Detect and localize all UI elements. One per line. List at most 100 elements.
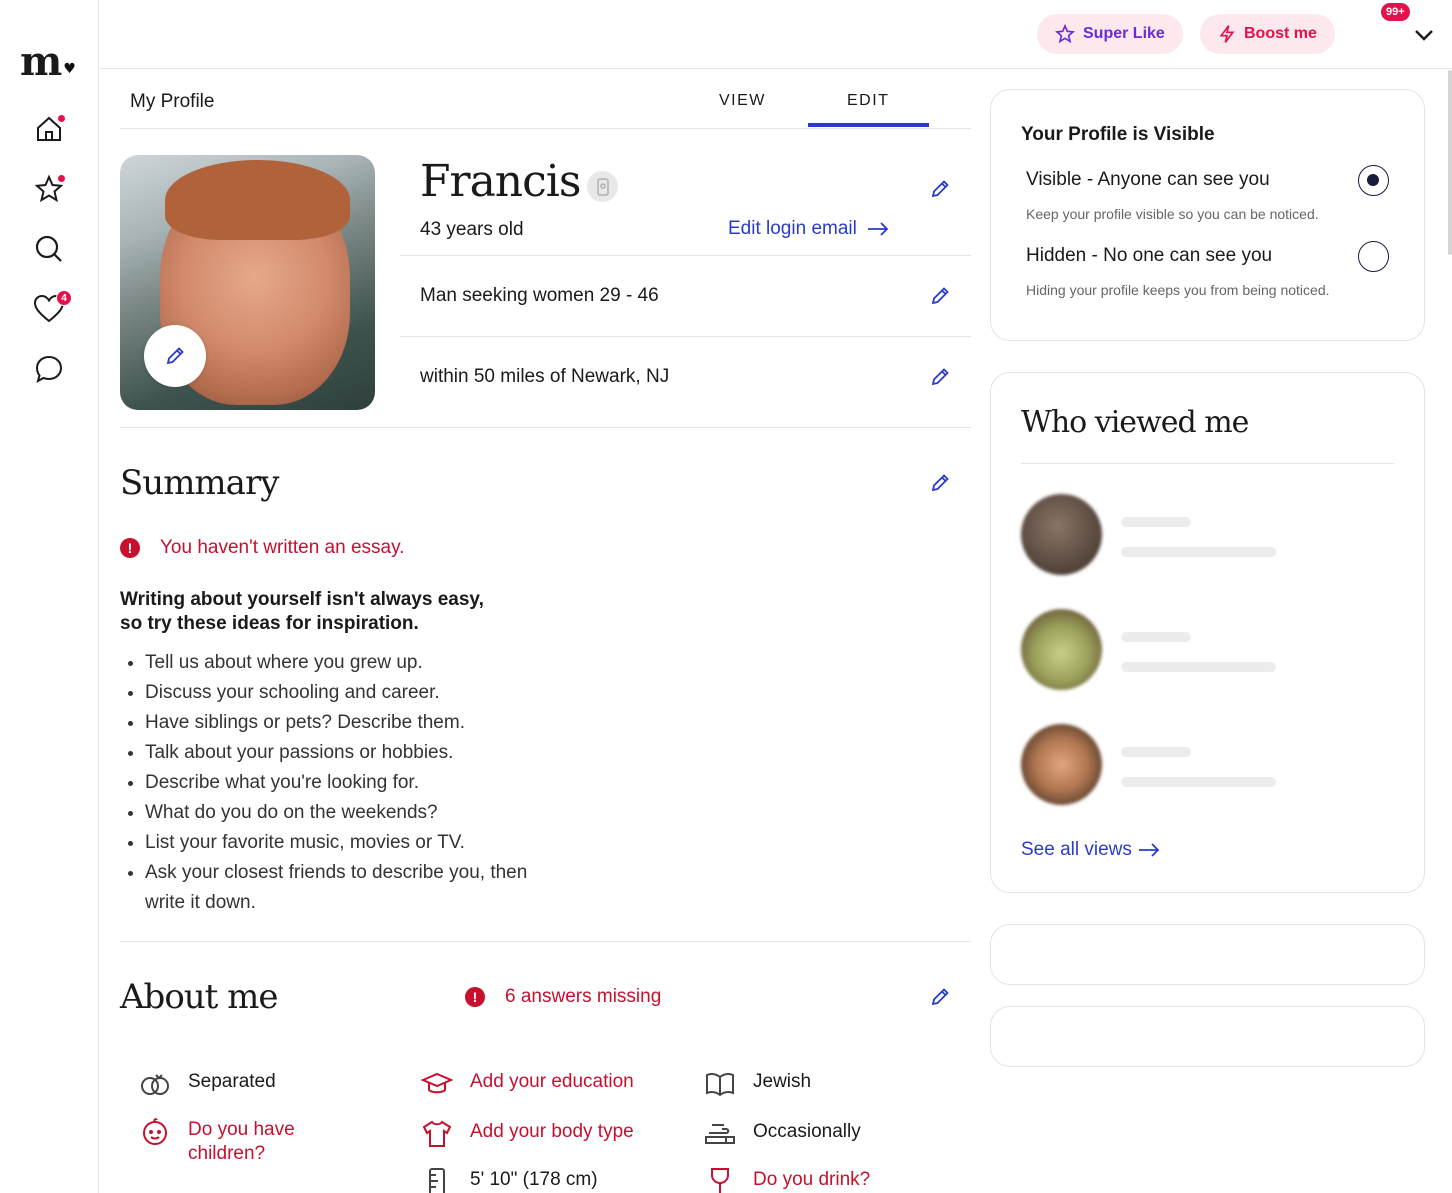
visible-radio[interactable]	[1358, 165, 1389, 196]
viewer-name-placeholder	[1121, 517, 1191, 527]
viewer-name-placeholder	[1121, 747, 1191, 757]
essay-missing-text: You haven't written an essay.	[160, 537, 405, 558]
likes-nav-button[interactable]: 4	[32, 290, 72, 326]
about-religion[interactable]: Jewish	[703, 1070, 811, 1098]
seeking-preference: Man seeking women 29 - 46	[420, 285, 659, 306]
notifications-badge: 99+	[1381, 3, 1410, 21]
messages-nav-button[interactable]	[32, 352, 66, 386]
inspiration-line-2: so try these ideas for inspiration.	[120, 613, 419, 634]
list-item: Have siblings or pets? Describe them.	[145, 708, 545, 738]
about-education[interactable]: Add your education	[420, 1070, 634, 1098]
about-body-type[interactable]: Add your body type	[420, 1120, 634, 1148]
arrow-right-icon	[1138, 843, 1160, 857]
edit-name-pencil-icon[interactable]	[929, 178, 951, 200]
viewer-name-placeholder	[1121, 632, 1191, 642]
tab-edit[interactable]: EDIT	[847, 92, 889, 110]
viewer-avatar-2[interactable]	[1021, 609, 1102, 690]
list-item: Tell us about where you grew up.	[145, 648, 545, 678]
profile-tabs-row: My Profile VIEW EDIT	[120, 86, 971, 129]
chevron-down-icon[interactable]	[1413, 24, 1435, 46]
list-item: Describe what you're looking for.	[145, 768, 545, 798]
arrow-right-icon	[867, 222, 889, 236]
boost-me-button[interactable]: Boost me	[1200, 14, 1335, 54]
essay-ideas-list: Tell us about where you grew up. Discuss…	[145, 648, 545, 918]
app-logo[interactable]: m ♥	[20, 38, 76, 85]
divider	[400, 255, 971, 256]
edit-seeking-pencil-icon[interactable]	[929, 285, 951, 307]
pencil-icon	[166, 347, 184, 365]
relationship-status-label: Separated	[188, 1071, 276, 1092]
visible-option-label[interactable]: Visible - Anyone can see you	[1026, 169, 1270, 191]
lightning-icon	[1219, 25, 1235, 43]
profile-photo-hair	[165, 160, 350, 240]
body-type-label: Add your body type	[470, 1121, 634, 1142]
inspiration-heading: Writing about yourself isn't always easy…	[120, 588, 540, 636]
graduation-cap-icon	[421, 1072, 453, 1094]
favorites-notification-dot	[57, 174, 66, 183]
wine-glass-icon	[711, 1168, 729, 1193]
search-nav-button[interactable]	[32, 232, 66, 266]
alert-icon: !	[120, 538, 140, 558]
viewer-detail-placeholder	[1121, 662, 1276, 672]
ruler-icon	[429, 1168, 445, 1193]
empty-card-placeholder	[990, 1006, 1425, 1067]
profile-photo[interactable]	[120, 155, 375, 410]
home-nav-button[interactable]	[32, 112, 66, 146]
top-bar: Super Like Boost me 99+	[99, 0, 1452, 69]
smoking-label: Occasionally	[753, 1121, 861, 1142]
hidden-option-label[interactable]: Hidden - No one can see you	[1026, 245, 1272, 267]
about-relationship-status[interactable]: Separated	[138, 1070, 276, 1098]
religion-label: Jewish	[753, 1071, 812, 1092]
page-title: My Profile	[130, 91, 215, 112]
education-label: Add your education	[470, 1071, 634, 1092]
drinking-label: Do you drink?	[753, 1169, 871, 1190]
book-icon	[706, 1072, 734, 1097]
divider	[400, 336, 971, 337]
list-item: Discuss your schooling and career.	[145, 678, 545, 708]
edit-location-pencil-icon[interactable]	[929, 366, 951, 388]
inspiration-line-1: Writing about yourself isn't always easy…	[120, 589, 484, 610]
about-height[interactable]: 5' 10" (178 cm)	[420, 1168, 598, 1193]
location-preference: within 50 miles of Newark, NJ	[420, 366, 670, 387]
hidden-radio[interactable]	[1358, 241, 1389, 272]
list-item: List your favorite music, movies or TV.	[145, 828, 545, 858]
about-me-title: About me	[120, 977, 279, 1017]
edit-summary-pencil-icon[interactable]	[929, 472, 951, 494]
edit-login-email-label: Edit login email	[728, 218, 857, 239]
star-outline-icon	[1055, 24, 1075, 44]
empty-card-placeholder	[990, 924, 1425, 985]
children-label: Do you have children?	[188, 1119, 295, 1164]
favorites-nav-button[interactable]	[32, 172, 66, 206]
super-like-button[interactable]: Super Like	[1037, 14, 1183, 54]
super-like-label: Super Like	[1083, 25, 1165, 42]
viewer-detail-placeholder	[1121, 547, 1276, 557]
page-scrollbar[interactable]	[1448, 70, 1452, 255]
about-smoking[interactable]: Occasionally	[703, 1120, 861, 1148]
edit-photo-button[interactable]	[144, 325, 206, 387]
viewer-avatar-3[interactable]	[1021, 724, 1102, 805]
answers-missing-warning: ! 6 answers missing	[465, 986, 661, 1008]
smoking-icon	[705, 1124, 735, 1144]
left-nav-rail: m ♥ 4	[0, 0, 99, 1193]
answers-missing-text: 6 answers missing	[505, 986, 662, 1007]
active-tab-indicator	[808, 123, 929, 127]
hidden-option-description: Hiding your profile keeps you from being…	[1026, 282, 1330, 298]
divider	[120, 427, 971, 428]
summary-title: Summary	[120, 463, 279, 503]
tab-view[interactable]: VIEW	[719, 92, 766, 110]
list-item: Ask your closest friends to describe you…	[145, 858, 545, 918]
about-drinking[interactable]: Do you drink?	[703, 1168, 870, 1193]
likes-count-badge: 4	[56, 290, 72, 306]
list-item: Talk about your passions or hobbies.	[145, 738, 545, 768]
list-item: What do you do on the weekends?	[145, 798, 545, 828]
about-children[interactable]: Do you have children?	[138, 1118, 328, 1166]
photo-verification-button[interactable]	[587, 171, 618, 202]
see-all-views-link[interactable]: See all views	[1021, 839, 1160, 861]
edit-about-pencil-icon[interactable]	[929, 986, 951, 1008]
profile-age: 43 years old	[420, 219, 524, 240]
divider	[1021, 463, 1394, 464]
viewer-avatar-1[interactable]	[1021, 494, 1102, 575]
rings-icon	[141, 1074, 169, 1095]
edit-login-email-link[interactable]: Edit login email	[728, 218, 889, 240]
shirt-icon	[422, 1120, 452, 1147]
